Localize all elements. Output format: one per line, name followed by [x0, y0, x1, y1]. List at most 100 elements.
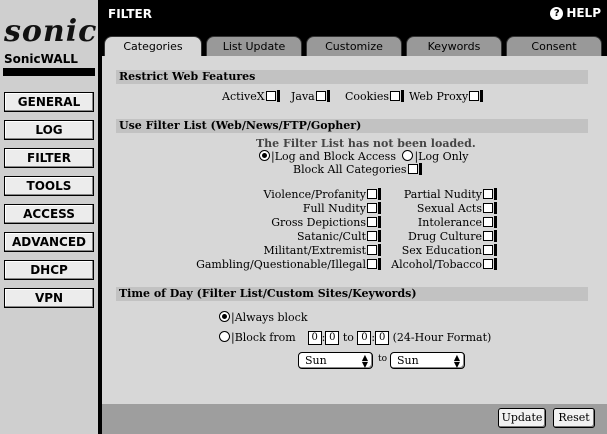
- category-label: Satanic/Cult: [297, 230, 366, 243]
- log-only-radio[interactable]: [402, 150, 414, 161]
- filter-list-heading: Use Filter List (Web/News/FTP/Gopher): [116, 119, 588, 133]
- update-button[interactable]: Update: [498, 408, 546, 428]
- tab-keywords[interactable]: Keywords: [406, 36, 502, 56]
- block-all-label: Block All Categories: [293, 163, 407, 176]
- checkbox-bar: [494, 188, 497, 200]
- category-intolerance[interactable]: Intolerance: [418, 216, 497, 229]
- checkbox-bar: [494, 244, 497, 256]
- checkbox-bar: [378, 216, 381, 228]
- checkbox-bar: [494, 258, 497, 270]
- category-checkbox[interactable]: [367, 259, 377, 269]
- log-and-block-label: |Log and Block Access: [271, 150, 396, 163]
- category-alcohol-tobacco[interactable]: Alcohol/Tobacco: [391, 258, 497, 271]
- filter-status: The Filter List has not been loaded.: [256, 137, 476, 150]
- mode-options: |Log and Block Access |Log Only: [259, 150, 468, 163]
- content-panel: Restrict Web Features ActiveX Java Cooki…: [102, 56, 607, 404]
- restrict-activex[interactable]: ActiveX: [222, 90, 280, 103]
- day-to-label: to: [378, 354, 388, 364]
- day-to-select[interactable]: Sun ▲ ▼: [390, 352, 465, 369]
- sidebar: sonic SonicWALL GENERAL LOG FILTER TOOLS…: [0, 0, 100, 434]
- category-checkbox[interactable]: [483, 231, 493, 241]
- nav-access-button[interactable]: ACCESS: [4, 204, 94, 224]
- block-all-row[interactable]: Block All Categories: [293, 163, 422, 176]
- category-gross-depictions[interactable]: Gross Depictions: [271, 216, 381, 229]
- checkbox-bar: [276, 90, 280, 102]
- category-satanic-cult[interactable]: Satanic/Cult: [297, 230, 381, 243]
- help-label: HELP: [566, 6, 601, 20]
- tab-list-update[interactable]: List Update: [206, 36, 302, 56]
- category-checkbox[interactable]: [367, 189, 377, 199]
- category-militant-extremist[interactable]: Militant/Extremist: [264, 244, 381, 257]
- block-from-radio[interactable]: [219, 331, 230, 342]
- block-from-row: |Block from 0:0 to 0:0 (24-Hour Format): [219, 331, 491, 345]
- time-of-day-heading: Time of Day (Filter List/Custom Sites/Ke…: [116, 287, 588, 301]
- cookies-checkbox[interactable]: [390, 91, 400, 101]
- nav-tools-button[interactable]: TOOLS: [4, 176, 94, 196]
- restrict-web-proxy[interactable]: Web Proxy: [409, 90, 484, 103]
- category-violence-profanity[interactable]: Violence/Profanity: [263, 188, 381, 201]
- log-and-block-radio[interactable]: [259, 150, 270, 161]
- category-checkbox[interactable]: [367, 203, 377, 213]
- java-checkbox[interactable]: [315, 91, 326, 101]
- nav-advanced-button[interactable]: ADVANCED: [4, 232, 94, 252]
- always-block-label: |Always block: [231, 311, 308, 324]
- tab-categories[interactable]: Categories: [104, 36, 202, 58]
- category-checkbox[interactable]: [483, 217, 493, 227]
- category-full-nudity[interactable]: Full Nudity: [303, 202, 381, 215]
- restrict-java[interactable]: Java: [291, 90, 330, 103]
- tab-customize[interactable]: Customize: [306, 36, 402, 56]
- web-proxy-label: Web Proxy: [409, 90, 469, 103]
- block-all-checkbox[interactable]: [407, 164, 418, 174]
- activex-label: ActiveX: [222, 90, 265, 103]
- checkbox-bar: [494, 216, 497, 228]
- category-sex-education[interactable]: Sex Education: [402, 244, 497, 257]
- category-drug-culture[interactable]: Drug Culture: [408, 230, 497, 243]
- category-checkbox[interactable]: [367, 245, 377, 255]
- help-icon: ?: [550, 6, 564, 20]
- day-from-value: Sun: [305, 354, 327, 367]
- tab-consent[interactable]: Consent: [506, 36, 602, 56]
- category-checkbox[interactable]: [367, 217, 377, 227]
- nav-vpn-button[interactable]: VPN: [4, 288, 94, 308]
- category-checkbox[interactable]: [483, 245, 493, 255]
- reset-button[interactable]: Reset: [553, 408, 595, 428]
- category-gambling[interactable]: Gambling/Questionable/Illegal: [196, 258, 381, 271]
- nav-dhcp-button[interactable]: DHCP: [4, 260, 94, 280]
- category-label: Violence/Profanity: [263, 188, 366, 201]
- nav-filter-button[interactable]: FILTER: [4, 148, 94, 168]
- from-hour-input[interactable]: 0: [307, 331, 322, 345]
- from-minute-input[interactable]: 0: [325, 331, 340, 345]
- checkbox-bar: [326, 90, 330, 102]
- web-proxy-checkbox[interactable]: [469, 91, 480, 101]
- category-checkbox[interactable]: [483, 259, 493, 269]
- category-partial-nudity[interactable]: Partial Nudity: [404, 188, 497, 201]
- day-from-select[interactable]: Sun ▲ ▼: [298, 352, 373, 369]
- nav-general-button[interactable]: GENERAL: [4, 92, 94, 112]
- category-label: Sex Education: [401, 244, 482, 257]
- checkbox-bar: [401, 90, 404, 102]
- category-label: Militant/Extremist: [263, 244, 366, 257]
- nav-log-button[interactable]: LOG: [4, 120, 94, 140]
- category-label: Drug Culture: [408, 230, 482, 243]
- category-checkbox[interactable]: [483, 189, 493, 199]
- to-hour-input[interactable]: 0: [357, 331, 372, 345]
- activex-checkbox[interactable]: [265, 91, 276, 101]
- select-arrows-icon: ▲ ▼: [361, 353, 368, 369]
- category-label: Alcohol/Tobacco: [391, 258, 482, 271]
- checkbox-bar: [480, 90, 484, 102]
- category-sexual-acts[interactable]: Sexual Acts: [417, 202, 497, 215]
- always-block-radio[interactable]: [219, 311, 230, 322]
- restrict-cookies[interactable]: Cookies: [345, 90, 404, 103]
- category-label: Sexual Acts: [416, 202, 482, 215]
- to-minute-input[interactable]: 0: [375, 331, 390, 345]
- category-label: Gambling/Questionable/Illegal: [196, 258, 366, 271]
- category-label: Partial Nudity: [403, 188, 482, 201]
- category-checkbox[interactable]: [367, 231, 377, 241]
- category-checkbox[interactable]: [483, 203, 493, 213]
- help-link[interactable]: ? HELP: [550, 6, 601, 20]
- always-block-row[interactable]: |Always block: [219, 311, 308, 324]
- page-title: FILTER: [108, 7, 152, 21]
- restrict-heading: Restrict Web Features: [116, 70, 588, 84]
- header: FILTER ? HELP: [102, 0, 607, 32]
- checkbox-bar: [378, 188, 381, 200]
